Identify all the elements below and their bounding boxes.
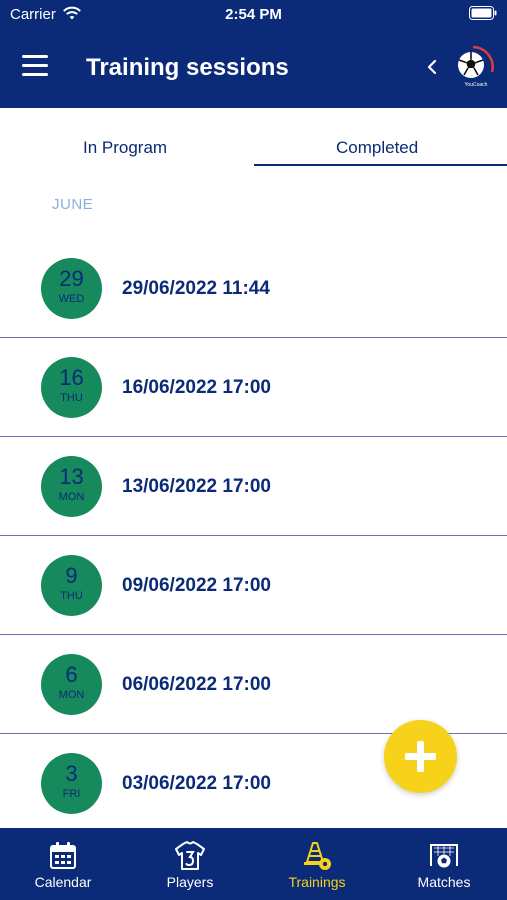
session-row[interactable]: 16 THU 16/06/2022 17:00 — [0, 338, 507, 437]
date-weekday: FRI — [62, 788, 81, 800]
tab-matches-label: Matches — [417, 874, 471, 890]
chevron-left-icon[interactable] — [424, 56, 440, 78]
date-day: 6 — [65, 662, 78, 687]
tab-in-program[interactable]: In Program — [83, 138, 167, 158]
session-datetime: 29/06/2022 11:44 — [122, 278, 270, 299]
date-badge: 13 MON — [41, 456, 102, 517]
tab-players[interactable]: Players — [127, 828, 253, 900]
tab-completed[interactable]: Completed — [336, 138, 418, 158]
tab-calendar-label: Calendar — [34, 874, 92, 890]
date-weekday: THU — [60, 392, 83, 404]
status-time: 2:54 PM — [225, 6, 282, 23]
date-day: 13 — [59, 464, 84, 489]
session-datetime: 06/06/2022 17:00 — [122, 674, 271, 695]
session-datetime: 13/06/2022 17:00 — [122, 476, 271, 497]
jersey-icon — [175, 841, 205, 870]
date-badge: 9 THU — [41, 555, 102, 616]
segment-tabs: In Program Completed — [0, 108, 507, 168]
date-weekday: THU — [60, 590, 83, 602]
session-datetime: 09/06/2022 17:00 — [122, 575, 271, 596]
session-datetime: 16/06/2022 17:00 — [122, 377, 271, 398]
date-day: 16 — [59, 365, 84, 390]
date-day: 29 — [59, 266, 84, 291]
date-weekday: MON — [58, 689, 85, 701]
app-header: Carrier 2:54 PM Training sessions YouCoa… — [0, 0, 507, 108]
page-title: Training sessions — [86, 54, 289, 81]
date-weekday: WED — [58, 293, 85, 305]
date-badge: 6 MON — [41, 654, 102, 715]
date-badge: 16 THU — [41, 357, 102, 418]
tab-trainings[interactable]: Trainings — [254, 828, 380, 900]
add-session-button[interactable] — [384, 720, 457, 793]
session-datetime: 03/06/2022 17:00 — [122, 773, 271, 794]
date-weekday: MON — [58, 491, 85, 503]
tab-calendar[interactable]: Calendar — [0, 828, 126, 900]
tab-trainings-label: Trainings — [288, 874, 346, 890]
session-row[interactable]: 29 WED 29/06/2022 11:44 — [0, 239, 507, 338]
session-row[interactable]: 13 MON 13/06/2022 17:00 — [0, 437, 507, 536]
youcoach-logo: YouCoach — [452, 45, 494, 88]
calendar-icon — [50, 842, 76, 869]
month-header: JUNE — [52, 196, 94, 213]
date-day: 3 — [65, 761, 78, 786]
date-badge: 29 WED — [41, 258, 102, 319]
plus-icon — [405, 741, 436, 772]
svg-text:YouCoach: YouCoach — [465, 82, 488, 88]
battery-icon — [469, 6, 497, 20]
session-row[interactable]: 6 MON 06/06/2022 17:00 — [0, 635, 507, 734]
bottom-tab-bar: Calendar Players Trainings Matches — [0, 828, 507, 900]
session-row[interactable]: 9 THU 09/06/2022 17:00 — [0, 536, 507, 635]
active-tab-indicator — [254, 164, 507, 166]
status-bar: Carrier 2:54 PM — [0, 0, 507, 28]
date-badge: 3 FRI — [41, 753, 102, 814]
date-day: 9 — [65, 563, 78, 588]
tab-players-label: Players — [166, 874, 214, 890]
hamburger-menu-icon[interactable] — [22, 55, 48, 79]
goal-icon — [430, 844, 458, 868]
training-cone-icon — [304, 842, 331, 870]
tab-matches[interactable]: Matches — [381, 828, 507, 900]
